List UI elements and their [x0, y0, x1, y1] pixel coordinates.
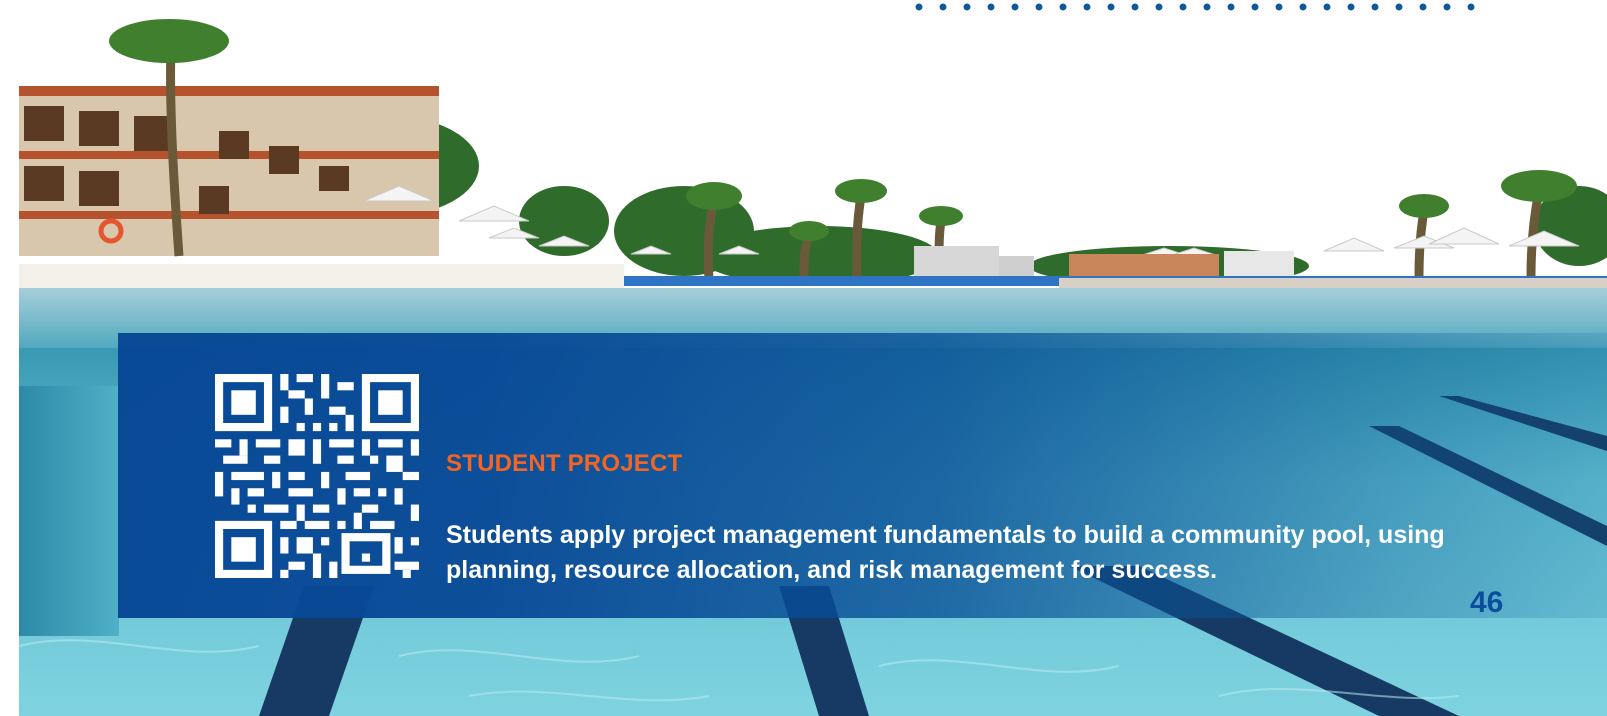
project-label: STUDENT PROJECT — [446, 450, 683, 477]
project-description: Students apply project management fundam… — [446, 521, 1445, 584]
qr-code-icon[interactable] — [215, 374, 419, 578]
page-number: 46 — [1470, 586, 1504, 619]
dotted-line-decoration — [907, 0, 1477, 14]
page: STUDENT PROJECT Students apply project m… — [0, 0, 1607, 716]
